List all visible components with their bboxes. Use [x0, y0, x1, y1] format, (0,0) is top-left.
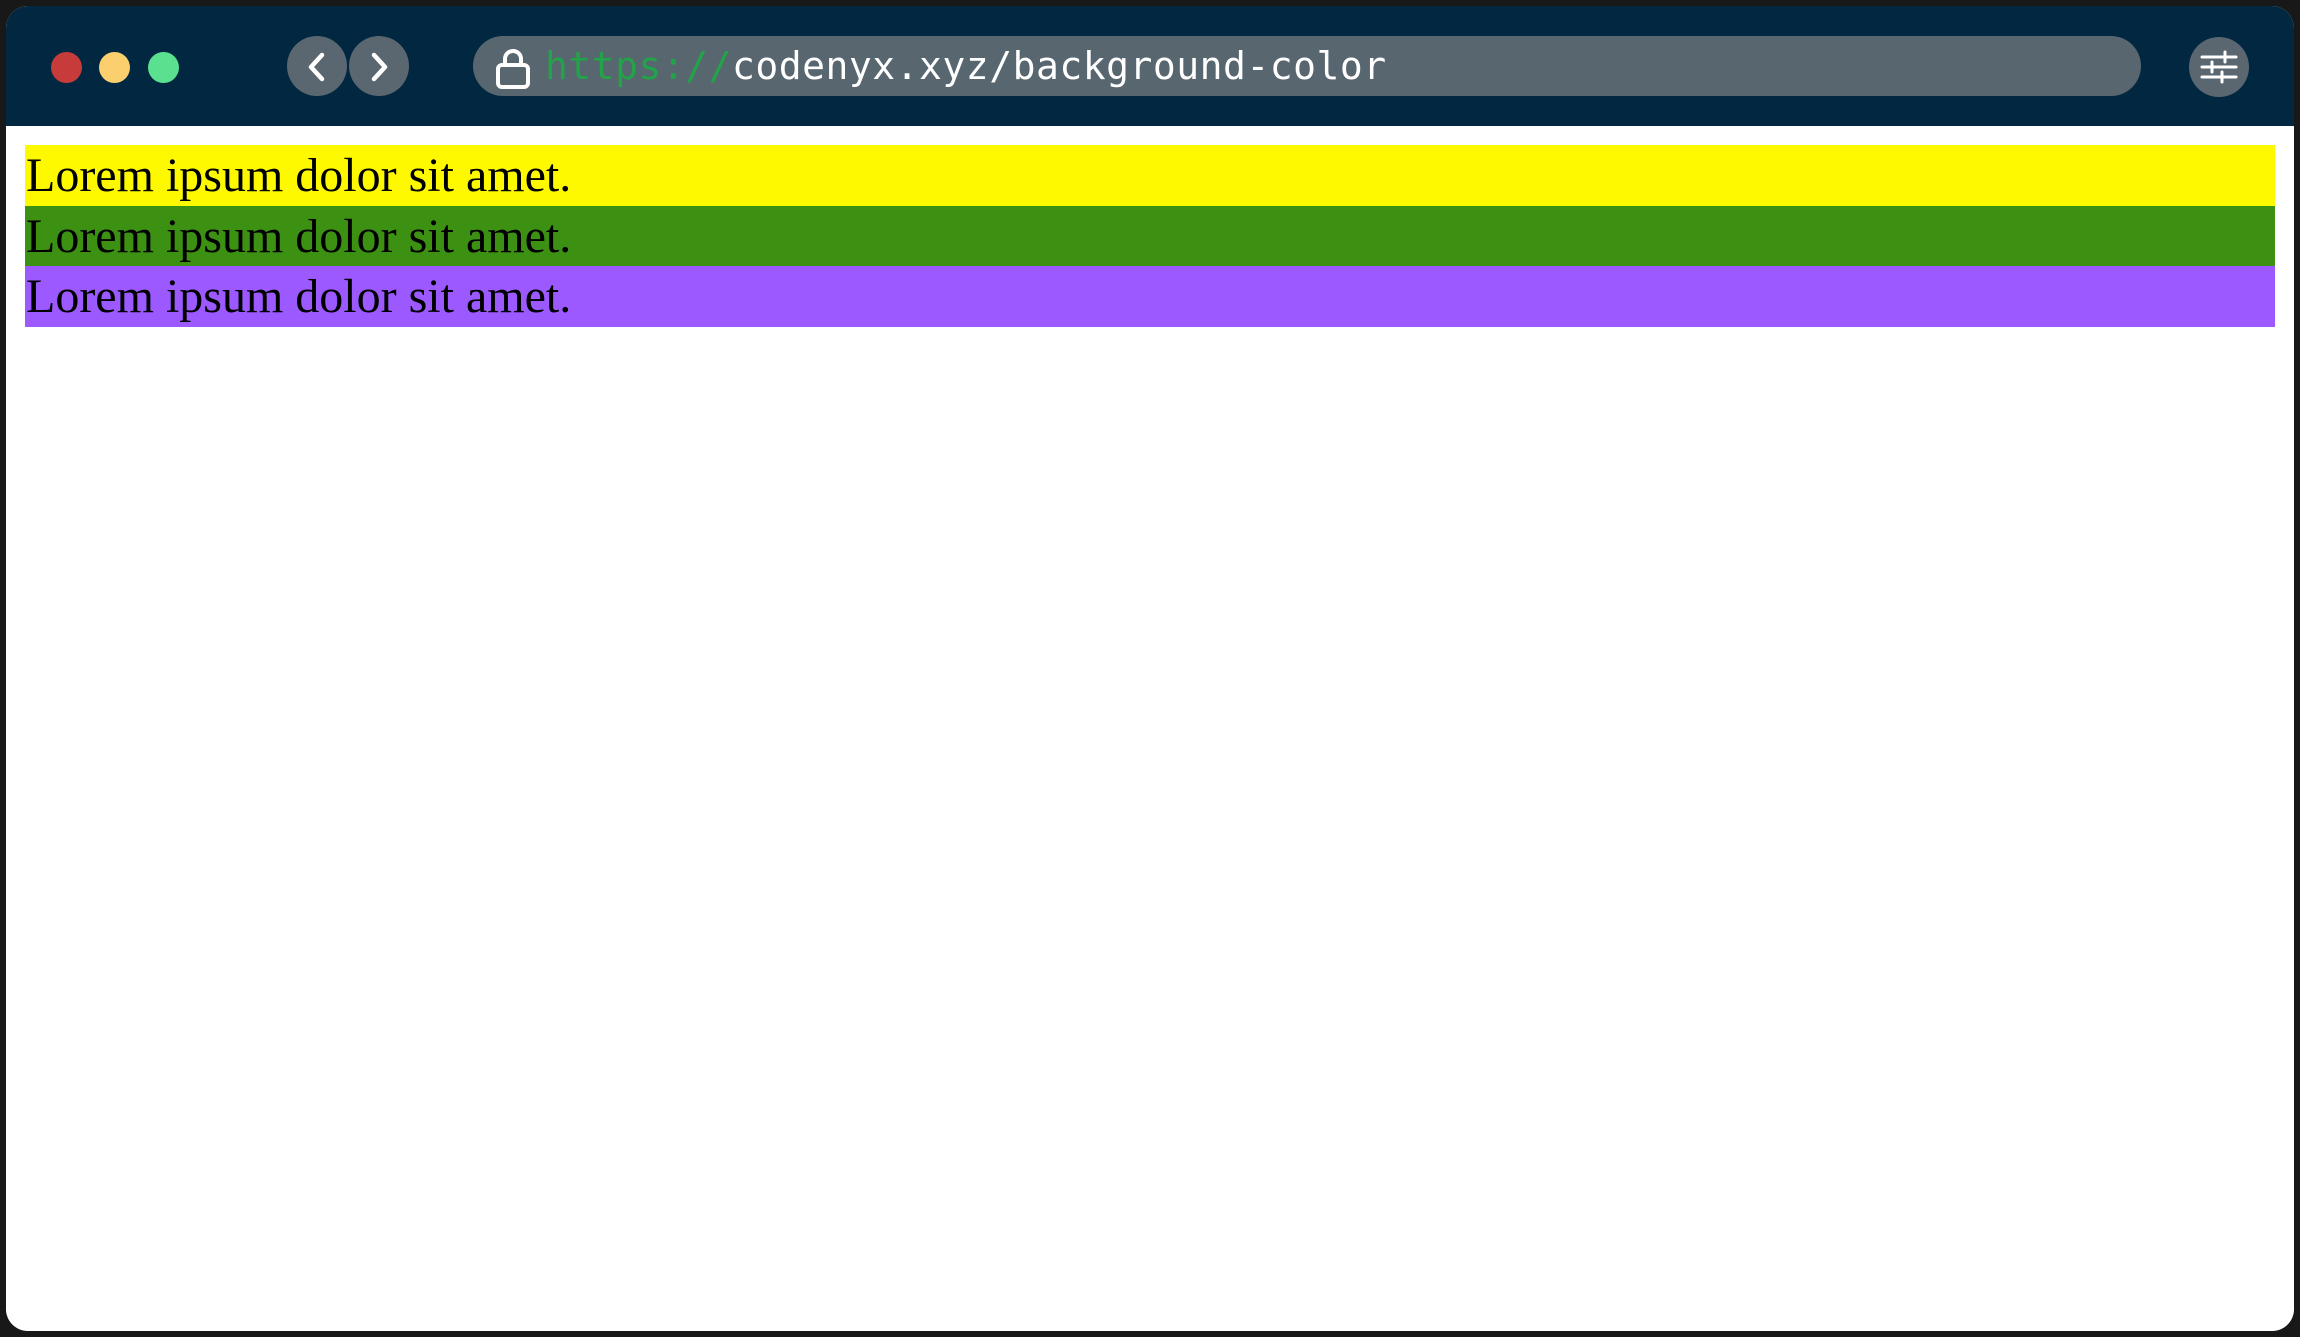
url-path: codenyx.xyz/background-color: [732, 44, 1387, 88]
maximize-window-button[interactable]: [148, 52, 179, 83]
lock-icon: [496, 49, 530, 89]
address-bar[interactable]: https://codenyx.xyz/background-color: [473, 36, 2141, 96]
sliders-icon: [2200, 50, 2238, 84]
paragraph-yellow: Lorem ipsum dolor sit amet.: [25, 145, 2275, 206]
forward-button[interactable]: [349, 36, 409, 96]
paragraph-purple: Lorem ipsum dolor sit amet.: [25, 266, 2275, 327]
url-scheme: https://: [545, 44, 733, 88]
url-text[interactable]: https://codenyx.xyz/background-color: [545, 36, 1387, 96]
back-button[interactable]: [287, 36, 347, 96]
browser-window: https://codenyx.xyz/background-color Lor…: [6, 6, 2294, 1331]
chevron-right-icon: [371, 52, 388, 82]
browser-titlebar: https://codenyx.xyz/background-color: [6, 6, 2294, 126]
page-content: Lorem ipsum dolor sit amet. Lorem ipsum …: [6, 126, 2294, 1331]
minimize-window-button[interactable]: [99, 52, 130, 83]
settings-button[interactable]: [2189, 37, 2249, 97]
close-window-button[interactable]: [51, 52, 82, 83]
paragraph-green: Lorem ipsum dolor sit amet.: [25, 206, 2275, 267]
chevron-left-icon: [308, 52, 325, 82]
